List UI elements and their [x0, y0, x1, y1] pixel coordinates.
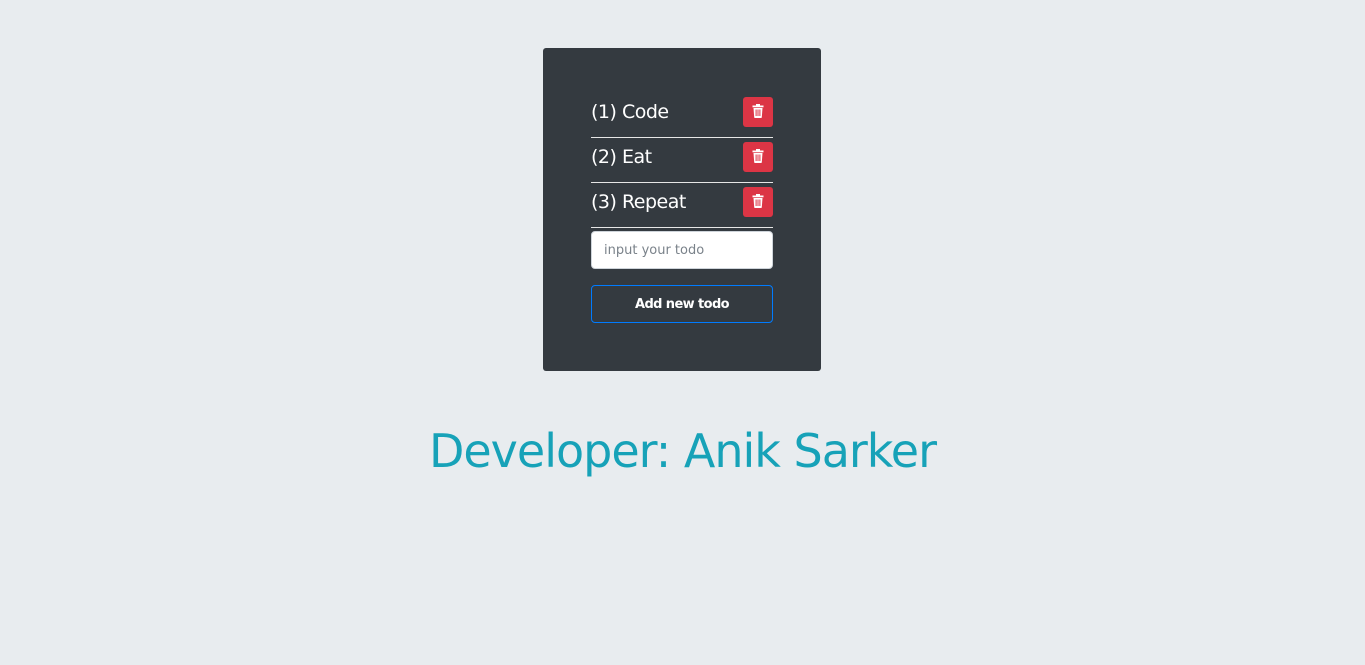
trash-icon — [752, 193, 764, 211]
todo-list: (1) Code (2) Eat (3) Repeat — [591, 93, 773, 228]
todo-item-label: (3) Repeat — [591, 191, 686, 213]
todo-item: (2) Eat — [591, 138, 773, 183]
developer-credit: Developer: Anik Sarker — [428, 424, 937, 478]
todo-input[interactable] — [591, 231, 773, 269]
delete-todo-button[interactable] — [743, 187, 773, 217]
add-todo-button[interactable]: Add new todo — [591, 285, 773, 323]
trash-icon — [752, 148, 764, 166]
delete-todo-button[interactable] — [743, 142, 773, 172]
delete-todo-button[interactable] — [743, 97, 773, 127]
todo-item-label: (2) Eat — [591, 146, 652, 168]
trash-icon — [752, 103, 764, 121]
todo-item-label: (1) Code — [591, 101, 669, 123]
todo-card: (1) Code (2) Eat (3) Repeat input your t… — [543, 48, 821, 371]
todo-item: (3) Repeat — [591, 183, 773, 228]
todo-item: (1) Code — [591, 93, 773, 138]
